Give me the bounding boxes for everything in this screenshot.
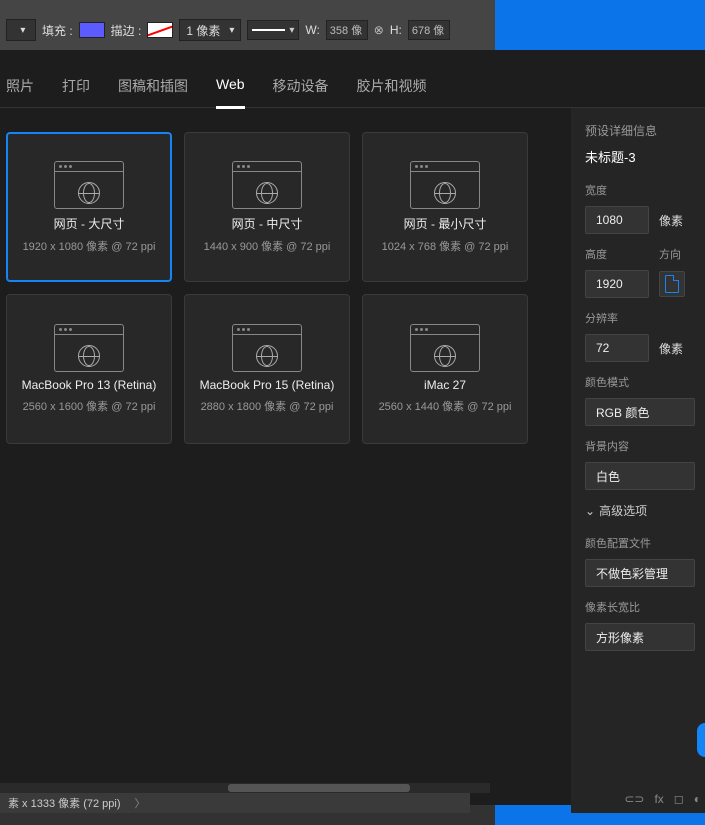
preset-grid: 网页 - 大尺寸 1920 x 1080 像素 @ 72 ppi 网页 - 中尺寸 1… [0, 108, 571, 805]
fill-swatch[interactable] [79, 22, 105, 38]
link-icon[interactable]: ⊂⊃ [624, 792, 644, 806]
link-dimensions-icon[interactable]: ⊗ [374, 23, 384, 37]
orientation-portrait[interactable] [659, 271, 685, 297]
preset-thumbnail [232, 161, 302, 209]
globe-icon [256, 182, 278, 204]
status-bar: 素 x 1333 像素 (72 ppi) 〉 [0, 793, 470, 813]
tab-Web[interactable]: Web [216, 72, 245, 109]
resolution-field[interactable] [585, 334, 649, 362]
globe-icon [256, 345, 278, 367]
menu-bar[interactable] [0, 0, 495, 10]
width-field[interactable] [585, 206, 649, 234]
color-mode-label: 颜色模式 [585, 374, 705, 390]
options-bar: ▾ 填充 : 描边 : 1 像素▾ ▾ W: ⊗ H: [0, 10, 495, 50]
tab-照片[interactable]: 照片 [6, 72, 34, 110]
preset-thumbnail [410, 324, 480, 372]
shape-dropdown[interactable]: ▾ [6, 19, 36, 41]
create-button[interactable] [697, 723, 705, 757]
preset-card[interactable]: 网页 - 中尺寸 1440 x 900 像素 @ 72 ppi [184, 132, 350, 282]
w-label: W: [305, 23, 319, 37]
preset-card[interactable]: MacBook Pro 15 (Retina) 2880 x 1800 像素 @ … [184, 294, 350, 444]
width-input[interactable] [326, 20, 368, 40]
preset-detail: 2560 x 1600 像素 @ 72 ppi [23, 398, 156, 414]
preset-thumbnail [54, 324, 124, 372]
width-label: 宽度 [585, 182, 705, 198]
preset-card[interactable]: 网页 - 大尺寸 1920 x 1080 像素 @ 72 ppi [6, 132, 172, 282]
color-profile-select[interactable]: 不做色彩管理 [585, 559, 695, 587]
width-unit[interactable]: 像素 [659, 212, 683, 229]
preset-thumbnail [54, 161, 124, 209]
new-document-dialog: 照片打印图稿和插图 Web 移动设备胶片和视频 网页 - 大尺寸 1920 x 108… [0, 50, 705, 805]
preset-detail: 1920 x 1080 像素 @ 72 ppi [23, 238, 156, 254]
preset-thumbnail [232, 324, 302, 372]
resolution-label: 分辨率 [585, 310, 705, 326]
color-profile-label: 颜色配置文件 [585, 535, 705, 551]
status-chevron-icon[interactable]: 〉 [135, 795, 146, 811]
preset-name: MacBook Pro 15 (Retina) [200, 378, 335, 392]
details-title: 预设详细信息 [585, 122, 705, 139]
globe-icon [78, 182, 100, 204]
preset-detail: 1440 x 900 像素 @ 72 ppi [204, 238, 331, 254]
resolution-unit[interactable]: 像素 [659, 340, 683, 357]
category-tabs: 照片打印图稿和插图 Web 移动设备胶片和视频 [0, 50, 705, 108]
color-mode-select[interactable]: RGB 颜色 [585, 398, 695, 426]
globe-icon [78, 345, 100, 367]
tab-移动设备[interactable]: 移动设备 [273, 72, 329, 110]
status-text: 素 x 1333 像素 (72 ppi) [8, 795, 121, 811]
tab-胶片和视频[interactable]: 胶片和视频 [357, 72, 427, 110]
preset-card[interactable]: iMac 27 2560 x 1440 像素 @ 72 ppi [362, 294, 528, 444]
mask-icon[interactable]: ◻ [674, 792, 684, 806]
tab-图稿和插图[interactable]: 图稿和插图 [118, 72, 188, 110]
stroke-swatch[interactable] [147, 22, 173, 38]
advanced-toggle[interactable]: ⌄ 高级选项 [585, 502, 705, 519]
fx-icon[interactable]: fx [654, 792, 663, 806]
h-scrollbar[interactable] [0, 783, 490, 793]
preset-detail: 2560 x 1440 像素 @ 72 ppi [379, 398, 512, 414]
preset-name: iMac 27 [424, 378, 466, 392]
preset-details-panel: 预设详细信息 未标题-3 宽度 像素 高度 方向 [571, 108, 705, 805]
preset-card[interactable]: 网页 - 最小尺寸 1024 x 768 像素 @ 72 ppi [362, 132, 528, 282]
preset-name: MacBook Pro 13 (Retina) [22, 378, 157, 392]
preset-name: 网页 - 中尺寸 [232, 215, 303, 232]
preset-thumbnail [410, 161, 480, 209]
preset-name: 网页 - 大尺寸 [54, 215, 125, 232]
chevron-down-icon: ⌄ [585, 504, 595, 518]
globe-icon [434, 345, 456, 367]
stroke-style-select[interactable]: ▾ [247, 20, 299, 40]
height-input[interactable] [408, 20, 450, 40]
h-label: H: [390, 23, 402, 37]
document-name[interactable]: 未标题-3 [585, 147, 705, 166]
tab-打印[interactable]: 打印 [62, 72, 90, 110]
globe-icon [434, 182, 456, 204]
fill-label: 填充 : [42, 22, 73, 39]
dialog-footer-icons: ⊂⊃ fx ◻ ◐ [571, 785, 705, 813]
preset-detail: 1024 x 768 像素 @ 72 ppi [382, 238, 509, 254]
orientation-label: 方向 [659, 246, 705, 262]
preset-card[interactable]: MacBook Pro 13 (Retina) 2560 x 1600 像素 @ … [6, 294, 172, 444]
height-field[interactable] [585, 270, 649, 298]
adjust-icon[interactable]: ◐ [694, 792, 701, 806]
height-label: 高度 [585, 246, 649, 262]
background-select[interactable]: 白色 [585, 462, 695, 490]
preset-name: 网页 - 最小尺寸 [404, 215, 487, 232]
stroke-label: 描边 : [111, 22, 142, 39]
pixel-ratio-select[interactable]: 方形像素 [585, 623, 695, 651]
preset-detail: 2880 x 1800 像素 @ 72 ppi [201, 398, 334, 414]
stroke-width-select[interactable]: 1 像素▾ [179, 19, 241, 41]
pixel-ratio-label: 像素长宽比 [585, 599, 705, 615]
background-label: 背景内容 [585, 438, 705, 454]
